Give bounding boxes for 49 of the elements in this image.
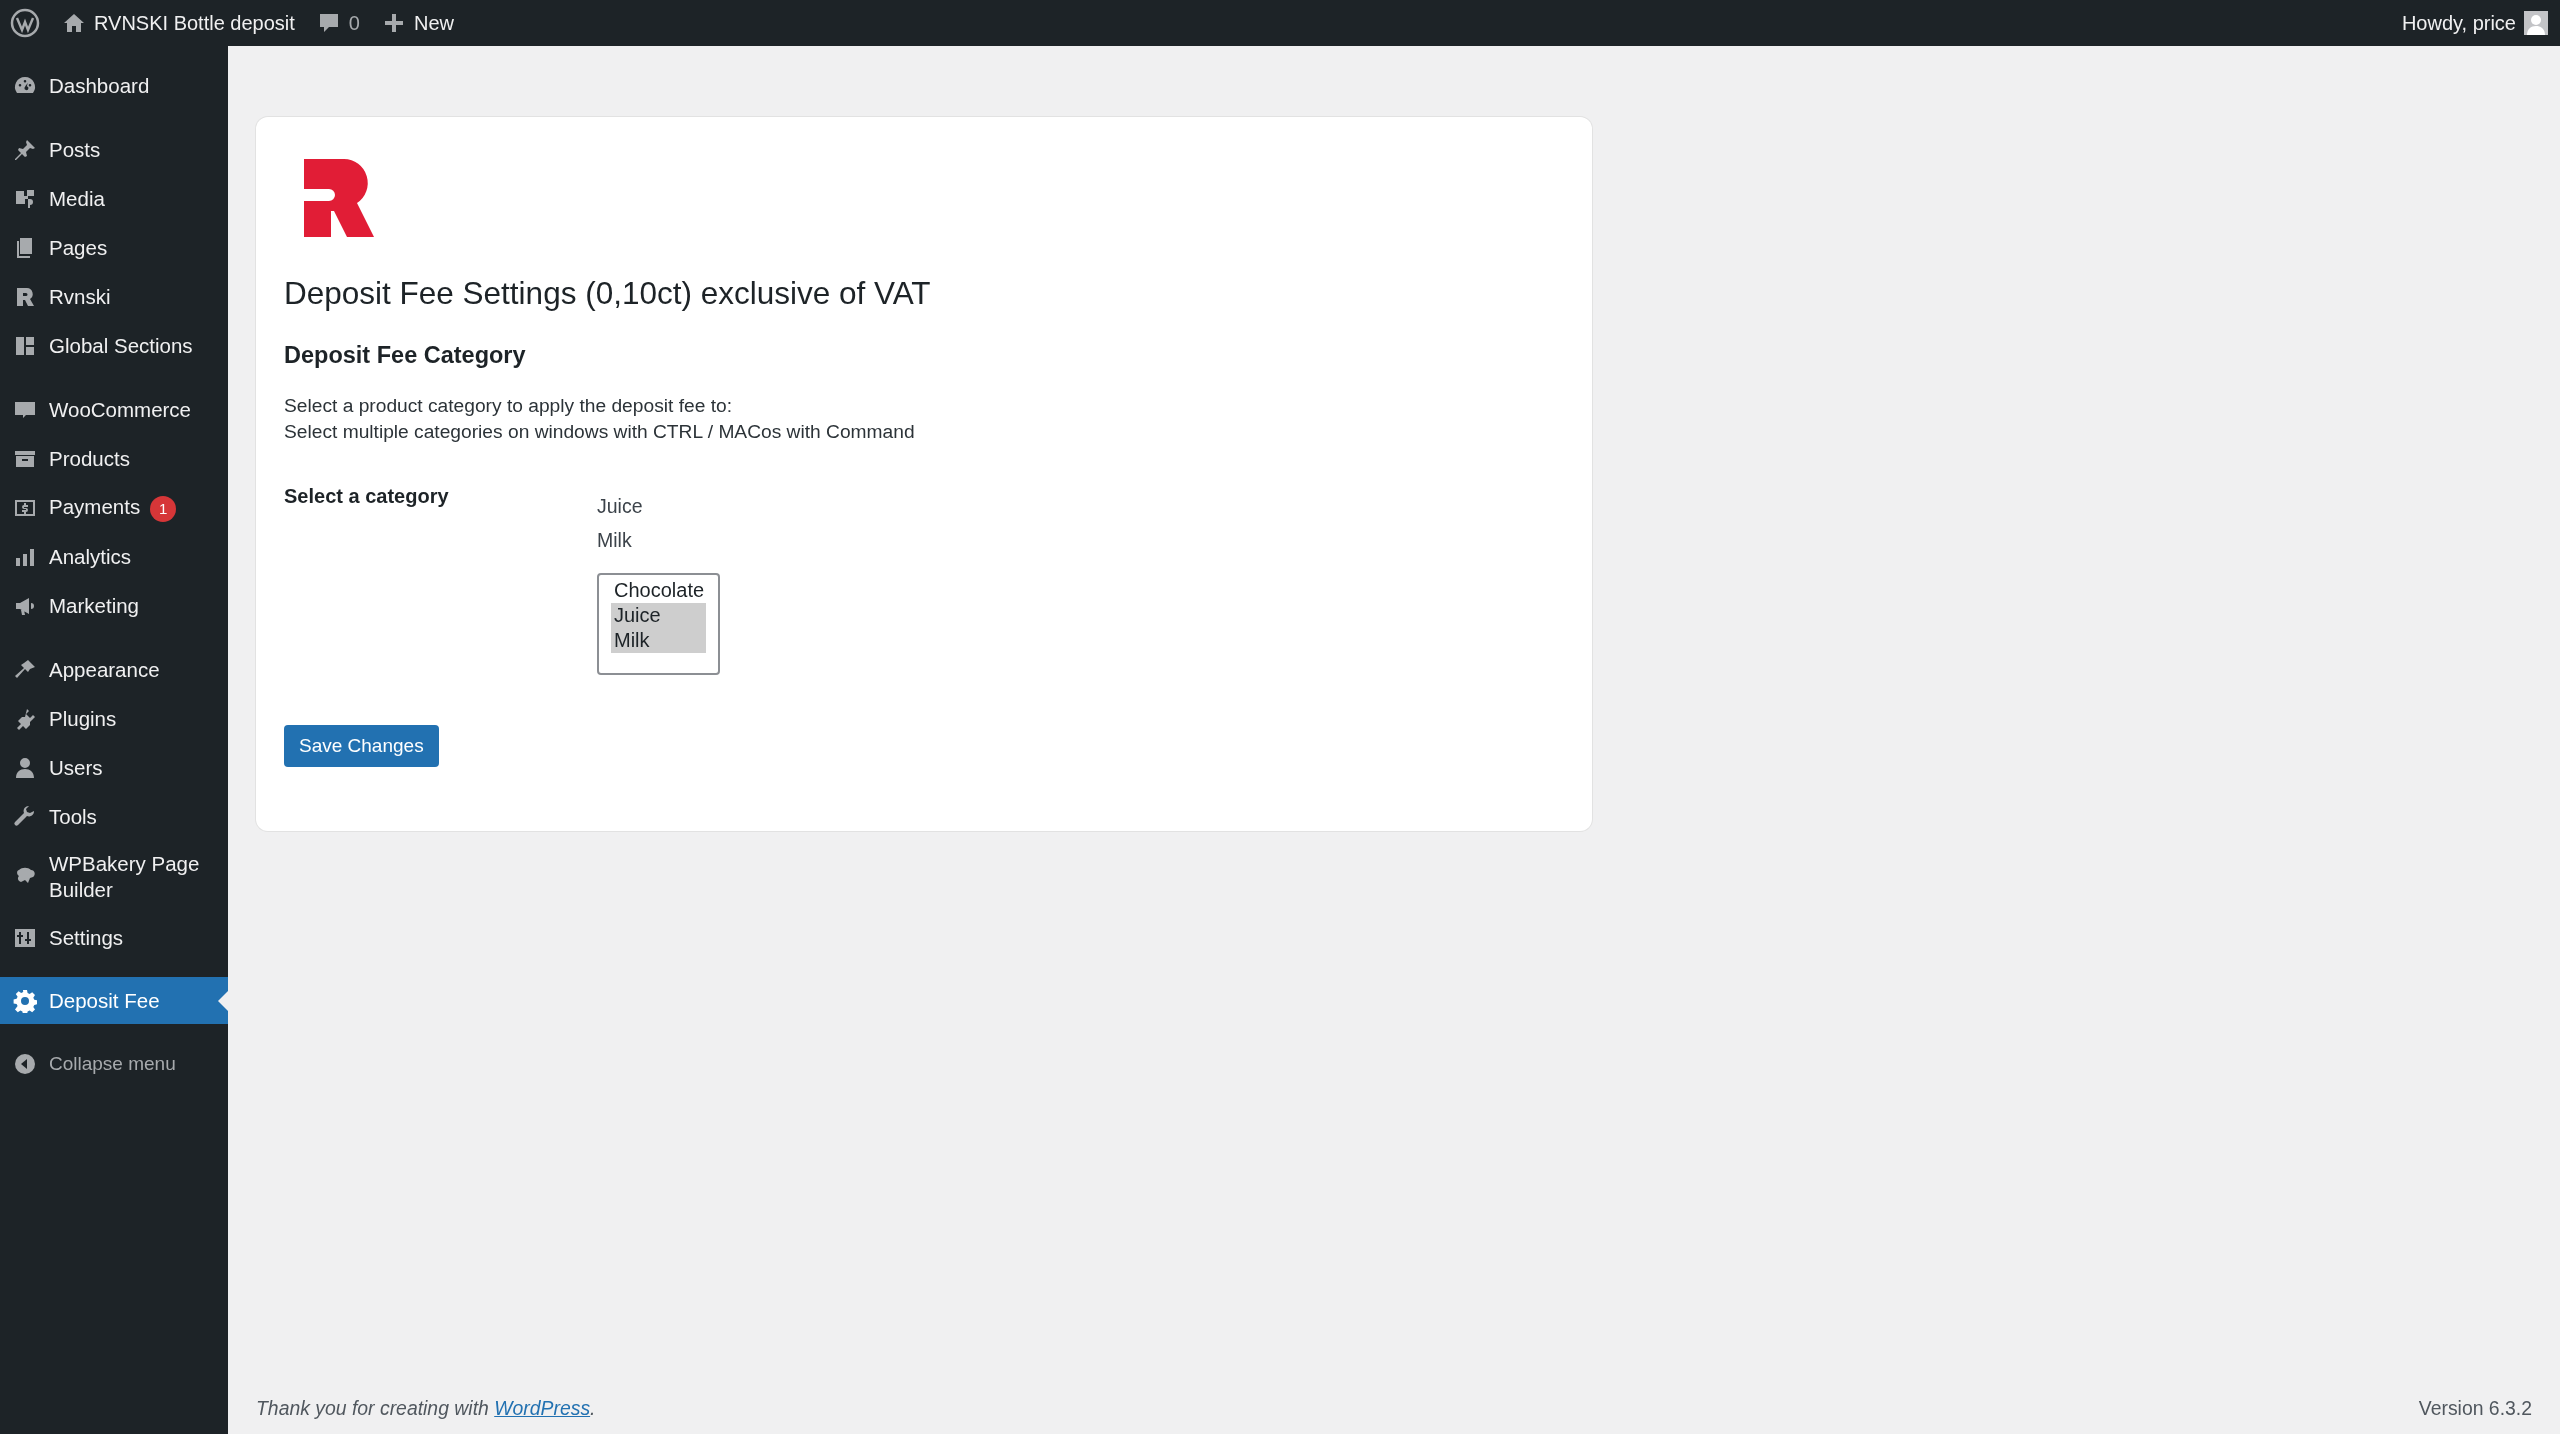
new-content-link[interactable]: New <box>382 11 454 35</box>
avatar-icon <box>2524 11 2548 35</box>
field-label: Select a category <box>284 484 450 509</box>
section-heading: Deposit Fee Category <box>284 342 527 369</box>
sidebar-menu-item[interactable]: Users <box>0 743 228 792</box>
sidebar-menu-item[interactable]: Settings <box>0 913 228 962</box>
current-page-pointer <box>218 990 228 1011</box>
sidebar-menu-item[interactable]: WooCommerce <box>0 385 228 434</box>
pushpin-icon <box>13 137 37 162</box>
listbox-option[interactable]: Chocolate <box>611 578 706 603</box>
sidebar-menu-item[interactable]: Global Sections <box>0 321 228 370</box>
save-changes-button[interactable]: Save Changes <box>284 725 439 767</box>
description-text: Select multiple categories on windows with CTRL / MACos with Command <box>284 420 916 444</box>
sidebar-menu-item[interactable]: Products <box>0 434 228 483</box>
sidebar-menu-item[interactable]: Deposit Fee <box>0 977 228 1024</box>
user-account-link[interactable]: Howdy, price <box>2401 11 2548 35</box>
sidebar-menu-item[interactable]: Plugins <box>0 694 228 743</box>
listbox-option[interactable]: Milk <box>611 628 706 653</box>
sidebar-menu-item[interactable]: Dashboard <box>0 61 228 110</box>
selected-category-text: Milk <box>597 528 633 553</box>
description-text: Select a product category to apply the deposit fee to: <box>284 394 733 418</box>
wrench-icon <box>13 804 37 829</box>
sidebar-menu-item[interactable]: Payments 1 <box>0 483 228 532</box>
version-text: Version 6.3.2 <box>2418 1397 2532 1420</box>
notification-badge: 1 <box>150 495 177 522</box>
sidebar-menu-item[interactable]: WPBakery Page Builder <box>0 841 228 913</box>
sidebar-menu-item[interactable]: Media <box>0 174 228 223</box>
home-icon <box>62 11 86 35</box>
sidebar-menu-item[interactable]: Marketing <box>0 581 228 630</box>
wordpress-link[interactable]: WordPress <box>494 1397 591 1419</box>
category-listbox[interactable]: Chocolate Juice Milk <box>597 573 720 675</box>
logo-icon <box>304 157 374 237</box>
sidebar-menu-item[interactable]: Posts <box>0 125 228 174</box>
user-icon <box>13 755 37 780</box>
footer-thanks-text: Thank you for creating with WordPress. <box>256 1397 596 1420</box>
comments-link[interactable]: 0 <box>316 11 360 35</box>
sidebar-menu-item[interactable]: Tools <box>0 792 228 841</box>
sidebar-menu-item[interactable]: Rvnski <box>0 272 228 321</box>
wordpress-logo-icon[interactable] <box>10 8 40 38</box>
gear-icon <box>13 988 37 1013</box>
selected-category-text: Juice <box>597 494 644 519</box>
sidebar-menu-item[interactable]: Pages <box>0 223 228 272</box>
collapse-menu-button[interactable]: Collapse menu <box>0 1039 228 1088</box>
listbox-option[interactable]: Juice <box>611 603 706 628</box>
plus-icon <box>382 11 406 35</box>
sidebar-menu-item[interactable]: Appearance <box>0 645 228 694</box>
site-link[interactable]: RVNSKI Bottle deposit <box>62 11 295 35</box>
page-title: Deposit Fee Settings (0,10ct) exclusive of VAT <box>284 275 932 312</box>
sidebar-menu-item[interactable]: Analytics <box>0 532 228 581</box>
